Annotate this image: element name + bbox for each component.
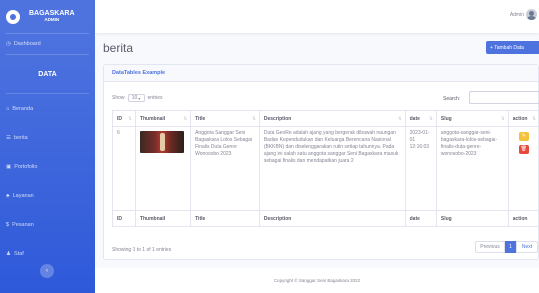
copyright-text: Copyright © Sanggar Seni Bagaskara 2022 <box>273 278 361 283</box>
delete-button[interactable]: 🗑 <box>518 145 529 154</box>
datatable-card: DataTables Example Show 10 ▾ entries Sea… <box>103 64 539 260</box>
column-label: date <box>409 115 420 122</box>
service-icon: ♣ <box>6 192 10 199</box>
column-label: Slug <box>440 115 452 122</box>
column-label: Description <box>263 115 292 122</box>
footer-label-thumbnail: Thumbnail <box>134 210 192 227</box>
pagination: Previous 1 Next <box>475 241 538 253</box>
avatar[interactable] <box>526 9 537 20</box>
entries-select-value: 10 <box>131 95 138 101</box>
chevron-left-icon: ‹ <box>46 268 48 274</box>
sidebar: BAGASKARA ADMIN ◷ Dashboard DATA ⌂ Beran… <box>0 0 95 293</box>
brand[interactable]: BAGASKARA ADMIN <box>0 0 95 33</box>
cell-action: ✎ 🗑 <box>507 126 539 211</box>
pagination-next[interactable]: Next <box>516 241 538 253</box>
column-label: ID <box>117 115 122 122</box>
sidebar-item-label: Dashboard <box>13 41 41 47</box>
sort-icon: ⇅ <box>500 116 505 121</box>
column-label: action <box>512 115 528 122</box>
footer: Copyright © Sanggar Seni Bagaskara 2022 <box>95 268 539 293</box>
sidebar-item-portofolio[interactable]: ▣ Portofolio <box>0 152 95 181</box>
search-label: Search: <box>443 96 461 102</box>
sidebar-item-label: Layanan <box>12 192 34 199</box>
sort-icon: ⇅ <box>532 116 536 121</box>
sidebar-item-label: Beranda <box>12 105 34 112</box>
footer-label-title: Title <box>190 210 260 227</box>
table-footer-row: ID Thumbnail Title Description date Slug… <box>112 210 539 227</box>
cell-date: 2023-01-01 12:16:03 <box>404 126 437 211</box>
brand-text: BAGASKARA ADMIN <box>29 9 75 23</box>
topbar: Admin <box>95 0 539 33</box>
brand-name: BAGASKARA <box>29 9 75 17</box>
sort-icon: ⇅ <box>397 116 402 121</box>
column-label: Thumbnail <box>139 115 166 122</box>
add-data-button[interactable]: + Tambah Data <box>486 41 539 54</box>
dollar-icon: $ <box>6 221 10 228</box>
data-table: ID ⇅ Thumbnail ⇅ Title ⇅ Description ⇅ date ⇅… <box>112 110 539 227</box>
sidebar-item-label: Staf <box>13 250 24 257</box>
column-header-title[interactable]: Title ⇅ <box>190 110 260 127</box>
sort-icon: ⇅ <box>183 116 188 121</box>
cell-title: Anggota Sanggar Seni Bagaskara Lolos Seb… <box>190 126 260 211</box>
entries-length-control: Show 10 ▾ entries <box>112 94 163 102</box>
sidebar-item-pesanan[interactable]: $ Pesanan <box>0 210 95 239</box>
list-icon: ☰ <box>6 134 11 141</box>
column-label: Title <box>195 115 206 122</box>
column-header-thumbnail[interactable]: Thumbnail ⇅ <box>134 110 192 127</box>
column-header-action[interactable]: action ⇅ <box>507 110 539 127</box>
sidebar-heading: DATA <box>38 70 57 78</box>
user-name[interactable]: Admin <box>510 12 524 18</box>
sidebar-item-beranda[interactable]: ⌂ Beranda <box>0 94 95 123</box>
table-header-row: ID ⇅ Thumbnail ⇅ Title ⇅ Description ⇅ date ⇅… <box>112 110 539 127</box>
users-icon: ♟ <box>6 250 11 257</box>
footer-label-slug: Slug <box>435 210 509 227</box>
cell-description: Duta GenRe adalah ajang yang bergerak di… <box>258 126 406 211</box>
sidebar-toggle-button[interactable]: ‹ <box>40 264 54 278</box>
entries-label: entries <box>147 95 163 101</box>
chevron-down-icon: ▾ <box>138 95 141 101</box>
column-header-slug[interactable]: Slug ⇅ <box>435 110 509 127</box>
pencil-icon: ✎ <box>521 133 526 139</box>
table-info: Showing 1 to 1 of 1 entries <box>112 247 172 253</box>
footer-label-date: date <box>404 210 437 227</box>
column-header-id[interactable]: ID ⇅ <box>112 110 136 127</box>
sidebar-item-label: berita <box>13 134 28 141</box>
show-label: Show <box>112 95 125 101</box>
trash-icon: 🗑 <box>520 146 528 152</box>
sort-asc-icon: ⇅ <box>128 116 132 121</box>
edit-button[interactable]: ✎ <box>518 132 529 141</box>
pagination-previous[interactable]: Previous <box>475 241 505 253</box>
thumbnail-image <box>139 131 184 153</box>
sidebar-item-label: Pesanan <box>12 221 34 228</box>
home-icon: ⌂ <box>6 105 10 112</box>
sidebar-item-layanan[interactable]: ♣ Layanan <box>0 181 95 210</box>
cell-id: 6 <box>112 126 136 211</box>
sidebar-item-label: Portofolio <box>14 163 38 170</box>
cell-slug: anggota-sanggar-seni-bagaskara-lolos-seb… <box>435 126 509 211</box>
footer-label-id: ID <box>112 210 136 227</box>
pagination-page-1[interactable]: 1 <box>505 241 516 253</box>
sort-icon: ⇅ <box>252 116 256 121</box>
footer-label-action: action <box>507 210 539 227</box>
footer-label-description: Description <box>258 210 406 227</box>
table-row: 6 Anggota Sanggar Seni Bagaskara Lolos S… <box>112 126 539 211</box>
brand-logo-icon <box>6 9 20 24</box>
entries-select[interactable]: 10 ▾ <box>127 94 145 102</box>
sidebar-item-dashboard[interactable]: ◷ Dashboard <box>0 34 95 54</box>
image-icon: ▣ <box>6 163 12 170</box>
brand-subtitle: ADMIN <box>44 16 60 22</box>
card-title: DataTables Example <box>104 65 538 82</box>
column-header-description[interactable]: Description ⇅ <box>258 110 406 127</box>
page-title: berita <box>103 41 134 55</box>
cell-thumbnail <box>134 126 192 211</box>
search-input[interactable] <box>469 91 539 104</box>
sort-icon: ⇅ <box>429 116 433 121</box>
sidebar-item-berita[interactable]: ☰ berita <box>0 123 95 152</box>
column-header-date[interactable]: date ⇅ <box>404 110 437 127</box>
dashboard-icon: ◷ <box>6 41 11 47</box>
